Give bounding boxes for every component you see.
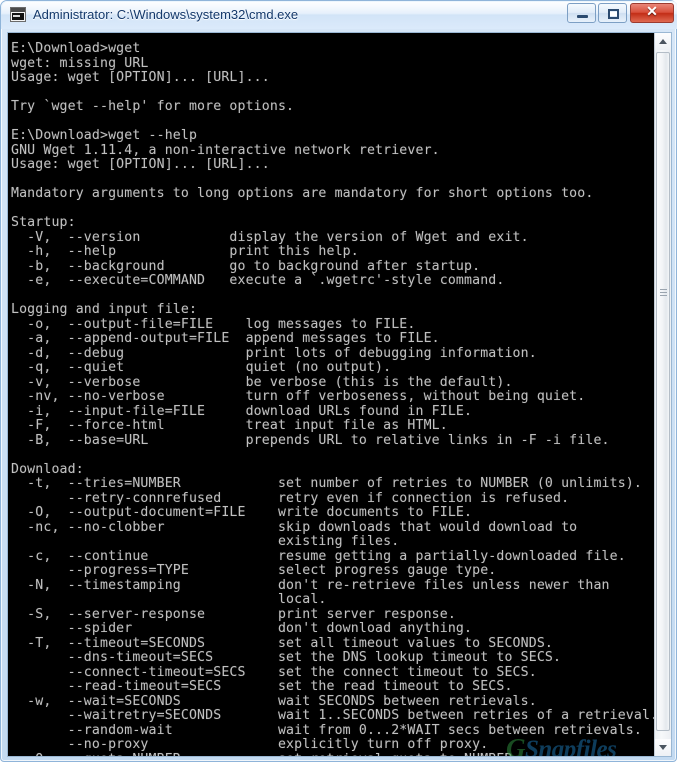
scroll-thumb-grip xyxy=(660,289,667,298)
maximize-button[interactable] xyxy=(598,3,627,23)
console-text: E:\Download>wget wget: missing URL Usage… xyxy=(11,41,654,756)
cmd-icon-screen xyxy=(12,13,24,20)
window-title: Administrator: C:\Windows\system32\cmd.e… xyxy=(33,7,299,22)
scroll-down-arrow-icon[interactable] xyxy=(655,739,671,756)
maximize-icon-fill xyxy=(610,12,617,16)
console-output-area[interactable]: E:\Download>wget wget: missing URL Usage… xyxy=(8,33,654,756)
chevron-up-icon xyxy=(659,39,667,44)
close-icon: ✕ xyxy=(646,5,658,20)
scroll-up-arrow-icon[interactable] xyxy=(655,33,671,50)
scroll-thumb[interactable] xyxy=(656,52,670,731)
close-button[interactable]: ✕ xyxy=(630,3,674,23)
minimize-icon xyxy=(577,15,588,18)
cmd-icon-bar xyxy=(11,8,25,12)
title-bar[interactable]: Administrator: C:\Windows\system32\cmd.e… xyxy=(1,1,677,29)
chevron-down-icon xyxy=(659,745,667,750)
minimize-button[interactable] xyxy=(567,3,596,23)
cmd-icon xyxy=(10,7,26,22)
cmd-window: Administrator: C:\Windows\system32\cmd.e… xyxy=(0,0,677,762)
console-client-area: E:\Download>wget wget: missing URL Usage… xyxy=(7,32,672,757)
vertical-scrollbar[interactable] xyxy=(654,33,671,756)
